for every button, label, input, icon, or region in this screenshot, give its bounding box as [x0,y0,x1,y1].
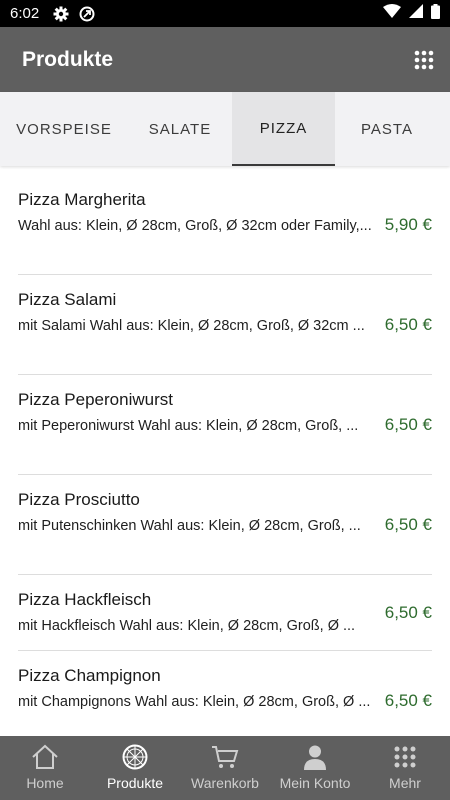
product-item[interactable]: Pizza Margherita Wahl aus: Klein, Ø 28cm… [0,175,450,275]
nav-label: Warenkorb [191,775,259,791]
cart-icon [211,743,239,771]
status-time: 6:02 [10,5,40,22]
tab-label: PASTA [361,120,413,138]
product-price-value: 6,50 € [384,415,432,434]
product-price: 6,50 € [385,375,432,475]
settings-gear-icon [53,6,69,22]
nav-mein-konto[interactable]: Mein Konto [270,736,360,800]
product-description: mit Peperoniwurst Wahl aus: Klein, Ø 28c… [18,418,359,434]
signal-icon [409,4,423,23]
app-bar: Produkte [0,27,450,92]
wifi-icon [383,4,401,23]
product-item[interactable]: Pizza Champignon mit Champignons Wahl au… [0,651,450,736]
tab-label: VORSPEISE [16,120,112,138]
product-price: 5,90 € [385,175,432,275]
nav-label: Produkte [106,775,164,791]
home-icon [31,743,59,771]
nav-label: Mehr [389,775,421,791]
product-price: 6,50 € [385,651,432,736]
nav-warenkorb[interactable]: Warenkorb [180,736,270,800]
tab-vorspeise[interactable]: VORSPEISE [0,92,128,166]
product-item[interactable]: Pizza Hackfleisch mit Hackfleisch Wahl a… [0,575,450,651]
product-description: mit Putenschinken Wahl aus: Klein, Ø 28c… [18,518,361,534]
product-description: Wahl aus: Klein, Ø 28cm, Groß, Ø 32cm od… [18,218,372,234]
nav-home[interactable]: Home [0,736,90,800]
product-price: 6,50 € [385,575,432,651]
battery-icon [431,3,440,24]
tab-label: PIZZA [259,119,308,137]
product-price-value: 6,50 € [384,603,432,622]
person-icon [302,743,328,771]
status-bar: 6:02 [0,0,450,27]
tab-salate[interactable]: SALATE [128,92,232,166]
nav-mehr[interactable]: Mehr [360,736,450,800]
nav-label: Mein Konto [279,775,351,791]
tab-pizza[interactable]: PIZZA [232,92,335,166]
product-item[interactable]: Pizza Peperoniwurst mit Peperoniwurst Wa… [0,375,450,475]
category-tabs: VORSPEISE SALATE PIZZA PASTA [0,92,450,166]
nav-produkte[interactable]: Produkte [90,736,180,800]
app-grid-menu-icon[interactable] [414,50,434,70]
product-item[interactable]: Pizza Salami mit Salami Wahl aus: Klein,… [0,275,450,375]
tab-label: SALATE [148,120,212,138]
product-price-value: 6,50 € [384,315,432,334]
product-description: mit Hackfleisch Wahl aus: Klein, Ø 28cm,… [18,618,356,634]
product-description: mit Salami Wahl aus: Klein, Ø 28cm, Groß… [18,318,365,334]
product-price: 6,50 € [385,475,432,575]
sync-icon [79,6,95,22]
tab-pasta[interactable]: PASTA [335,92,439,166]
product-price-value: 6,50 € [384,515,432,534]
product-description: mit Champignons Wahl aus: Klein, Ø 28cm,… [18,694,371,710]
bottom-navigation: Home Produkte Warenkorb Mein Konto Mehr [0,736,450,800]
product-item[interactable]: Pizza Prosciutto mit Putenschinken Wahl … [0,475,450,575]
product-list: Pizza Margherita Wahl aus: Klein, Ø 28cm… [0,175,450,736]
product-price-value: 5,90 € [384,215,432,234]
pizza-icon [122,743,148,771]
product-price-value: 6,50 € [384,691,432,710]
product-price: 6,50 € [385,275,432,375]
nav-label: Home [26,775,64,791]
grid-icon [394,743,416,771]
page-title: Produkte [22,47,114,71]
